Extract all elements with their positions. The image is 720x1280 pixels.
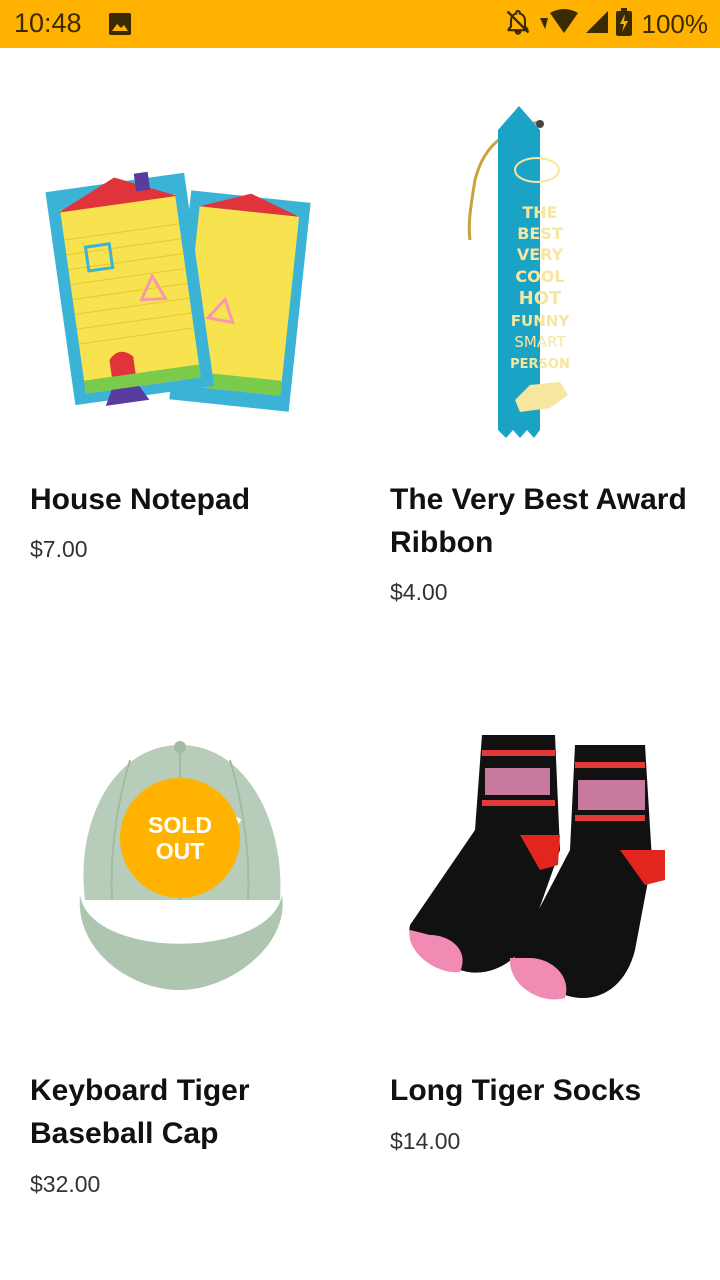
battery-percent: 100% — [641, 8, 709, 39]
status-bar: 10:48 100% — [0, 0, 720, 48]
ribbon-text-2: BEST — [517, 224, 563, 243]
product-name[interactable]: The Very Best Award Ribbon — [390, 478, 700, 564]
product-name[interactable]: House Notepad — [30, 478, 340, 521]
status-icons: 100% — [504, 7, 709, 41]
ribbon-text-4: COOL — [515, 267, 564, 286]
baseball-cap-image[interactable]: SOLD OUT — [30, 700, 330, 1040]
product-price: $14.00 — [390, 1128, 461, 1154]
product-price: $4.00 — [390, 579, 448, 605]
product-name[interactable]: Keyboard Tiger Baseball Cap — [30, 1069, 340, 1155]
sold-out-badge: SOLD OUT — [120, 778, 240, 898]
status-time: 10:48 — [14, 8, 82, 38]
ribbon-text-7: SMART — [514, 333, 566, 351]
ribbon-text-8: PERSON — [510, 357, 570, 372]
house-notepad-image[interactable] — [30, 100, 330, 440]
notifications-off-icon — [504, 8, 532, 41]
sold-out-line-2: OUT — [155, 838, 205, 864]
product-name[interactable]: Long Tiger Socks — [390, 1069, 700, 1112]
product-price: $32.00 — [30, 1171, 101, 1197]
wifi-icon — [538, 8, 578, 40]
product-price: $7.00 — [30, 536, 88, 562]
ribbon-text-1: THE — [522, 203, 557, 222]
ribbon-text-3: VERY — [517, 245, 564, 264]
ribbon-text-6: FUNNY — [511, 312, 571, 330]
sold-out-line-1: SOLD — [148, 812, 212, 838]
image-icon — [108, 12, 132, 41]
battery-charging-icon — [615, 7, 632, 41]
tiger-socks-image[interactable] — [390, 700, 690, 1040]
ribbon-text-5: HOT — [519, 288, 562, 309]
signal-icon — [584, 9, 610, 40]
award-ribbon-image[interactable]: THE BEST VERY COOL HOT FUNNY SMART PERSO… — [390, 100, 690, 440]
